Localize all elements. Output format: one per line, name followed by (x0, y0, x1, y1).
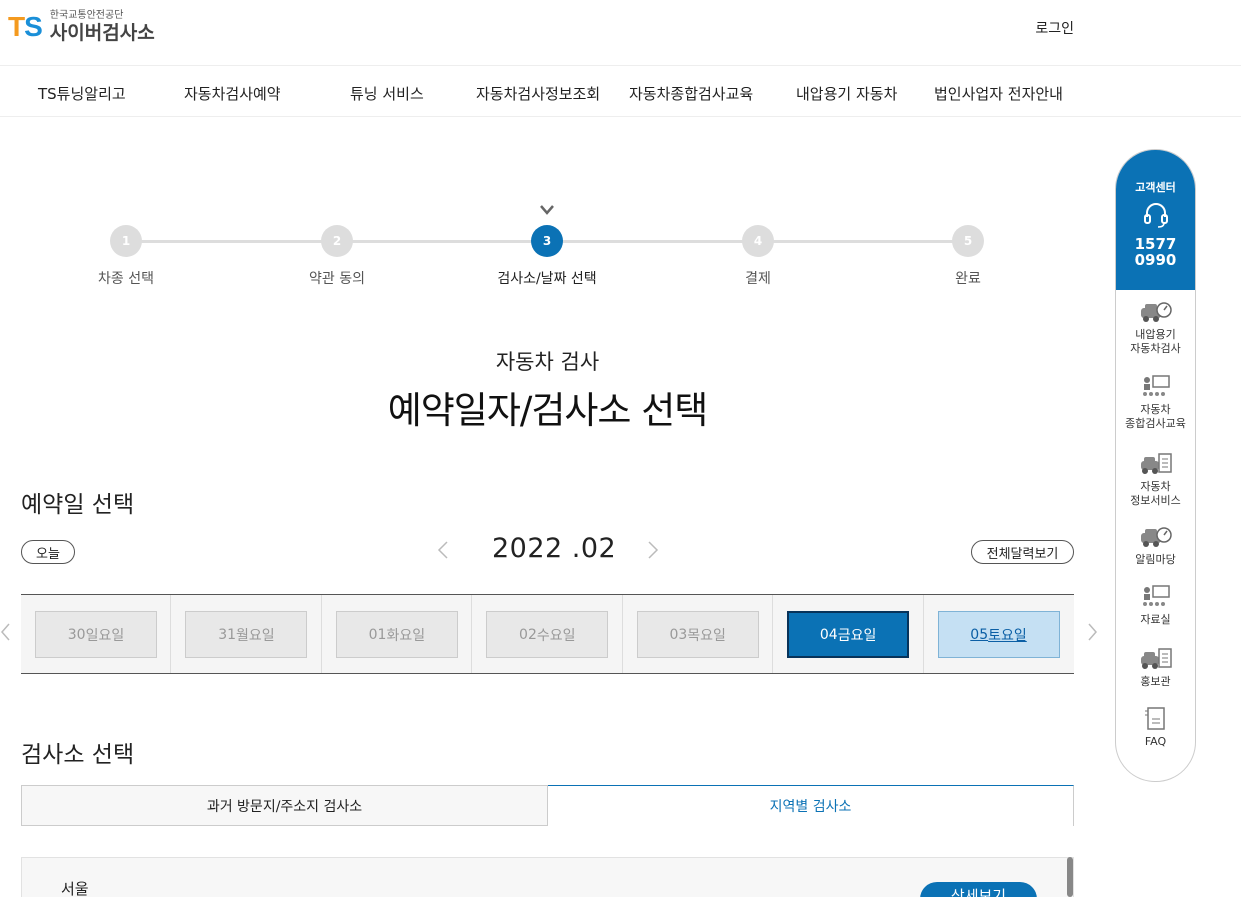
date-section-heading: 예약일 선택 (21, 492, 135, 518)
main-nav: TS튜닝알리고 자동차검사예약 튜닝 서비스 자동차검사정보조회 자동차종합검사… (0, 65, 1241, 117)
date-button-04-selected[interactable]: 04 금요일 (787, 611, 910, 658)
region-name: 서울 (61, 880, 89, 897)
car-info-icon (1140, 648, 1172, 669)
region-panel: 서울 상세보기 (21, 857, 1074, 897)
next-month-icon[interactable] (646, 540, 660, 560)
quick-item-label-1b: 자동차검사 (1130, 342, 1181, 355)
step-2-label: 약관 동의 (309, 271, 365, 287)
education-icon (1142, 375, 1170, 396)
nav-item-tuning-notice[interactable]: TS튜닝알리고 (38, 83, 126, 104)
date-cell: 31 월요일 (171, 595, 322, 673)
logo-name: 사이버검사소 (49, 22, 155, 44)
page-subtitle: 자동차 검사 (495, 350, 600, 374)
education-icon (1142, 585, 1170, 606)
step-5-circle: 5 (952, 225, 984, 257)
nav-item-inspection-reservation[interactable]: 자동차검사예약 (184, 83, 281, 104)
quick-item-pr-hall[interactable]: 홍보관 (1116, 647, 1195, 689)
current-month: 2022 .02 (492, 533, 617, 564)
date-button-30[interactable]: 30 일요일 (35, 611, 157, 658)
quick-item-label-3b: 정보서비스 (1130, 494, 1181, 507)
quick-menu: 고객센터 1577 0990 내압용기 자동차검사 자동차 종합검사교육 자동차… (1115, 149, 1196, 782)
station-section-heading: 검사소 선택 (21, 742, 135, 768)
date-cell: 02 수요일 (472, 595, 623, 673)
date-cell: 30 일요일 (21, 595, 172, 673)
phone-line-1: 1577 (1134, 235, 1177, 253)
phone-line-2: 0990 (1134, 251, 1177, 269)
car-info-icon (1140, 453, 1172, 474)
quick-item-faq[interactable]: FAQ (1116, 707, 1195, 749)
quick-item-label-3a: 자동차 (1140, 480, 1171, 493)
car-gauge-icon (1140, 302, 1172, 322)
step-5-label: 완료 (955, 271, 981, 287)
nav-item-inspection-education[interactable]: 자동차종합검사교육 (629, 83, 753, 104)
step-4-circle: 4 (742, 225, 774, 257)
page-title: 예약일자/검사소 선택 (387, 389, 709, 432)
region-scrollbar[interactable] (1067, 857, 1073, 897)
detail-button[interactable]: 상세보기 (920, 882, 1037, 897)
date-button-01[interactable]: 01 화요일 (335, 611, 458, 658)
nav-item-corporate-notice[interactable]: 법인사업자 전자안내 (934, 83, 1063, 104)
car-gauge-icon (1140, 527, 1172, 547)
date-next-icon[interactable] (1086, 622, 1098, 642)
quick-item-label-6: 홍보관 (1140, 675, 1171, 688)
tab-past-stations[interactable]: 과거 방문지/주소지 검사소 (21, 785, 548, 826)
nav-item-tuning-service[interactable]: 튜닝 서비스 (350, 83, 424, 104)
logo-org: 한국교통안전공단 (49, 10, 124, 21)
date-strip: 30 일요일 31 월요일 01 화요일 02 수요일 03 목요일 04 금요… (21, 594, 1074, 674)
step-3-circle: 3 (531, 225, 563, 257)
date-button-02[interactable]: 02 수요일 (486, 611, 609, 658)
quick-item-label-2a: 자동차 (1140, 403, 1171, 416)
today-button[interactable]: 오늘 (21, 540, 75, 564)
date-prev-icon[interactable] (0, 622, 12, 642)
quick-item-archive[interactable]: 자료실 (1116, 585, 1195, 627)
quick-item-label-5: 자료실 (1140, 613, 1171, 626)
quick-item-label-1a: 내압용기 (1135, 328, 1176, 341)
date-cell: 05 토요일 (924, 595, 1074, 673)
date-button-05[interactable]: 05 토요일 (937, 611, 1060, 658)
quick-item-label-2b: 종합검사교육 (1125, 417, 1186, 430)
nav-item-inspection-info[interactable]: 자동차검사정보조회 (476, 83, 600, 104)
quick-item-inspection-education[interactable]: 자동차 종합검사교육 (1116, 375, 1195, 431)
quick-item-car-info[interactable]: 자동차 정보서비스 (1116, 452, 1195, 508)
quick-item-notice[interactable]: 알림마당 (1116, 525, 1195, 567)
prev-month-icon[interactable] (436, 540, 450, 560)
quick-item-label-4: 알림마당 (1135, 553, 1176, 566)
nav-item-pressure-vehicle[interactable]: 내압용기 자동차 (796, 83, 897, 104)
step-1-circle: 1 (110, 225, 142, 257)
tab-regional-stations[interactable]: 지역별 검사소 (548, 785, 1074, 826)
customer-center: 고객센터 1577 0990 (1116, 150, 1195, 290)
full-calendar-button[interactable]: 전체달력보기 (971, 540, 1074, 564)
date-button-03[interactable]: 03 목요일 (636, 611, 759, 658)
login-link[interactable]: 로그인 (1035, 18, 1074, 38)
date-cell: 03 목요일 (623, 595, 774, 673)
station-tabs: 과거 방문지/주소지 검사소 지역별 검사소 (21, 785, 1074, 826)
site-logo[interactable]: TS 한국교통안전공단 사이버검사소 (8, 10, 155, 44)
date-cell: 01 화요일 (322, 595, 473, 673)
logo-mark: TS (8, 11, 43, 42)
step-3-label: 검사소/날짜 선택 (497, 271, 597, 287)
step-1-label: 차종 선택 (98, 271, 154, 287)
date-cell: 04 금요일 (773, 595, 924, 673)
step-4-label: 결제 (745, 271, 771, 287)
document-icon (1144, 707, 1165, 730)
quick-item-pressure-vehicle[interactable]: 내압용기 자동차검사 (1116, 300, 1195, 356)
current-step-check-icon (540, 205, 554, 215)
date-button-31[interactable]: 31 월요일 (185, 611, 308, 658)
headset-icon (1143, 203, 1168, 228)
customer-center-title: 고객센터 (1135, 181, 1176, 194)
step-2-circle: 2 (321, 225, 353, 257)
quick-item-label-7: FAQ (1144, 735, 1167, 748)
